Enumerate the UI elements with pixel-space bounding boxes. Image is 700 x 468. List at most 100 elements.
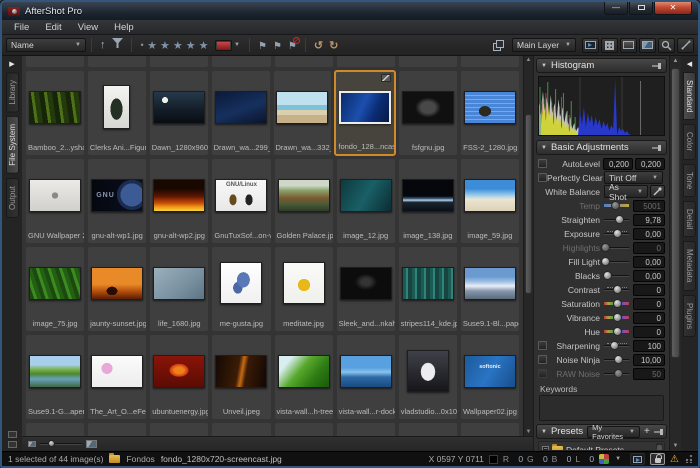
flag-pick-icon[interactable]: ⚑ xyxy=(255,36,270,54)
raw-noise-value[interactable]: 50 xyxy=(633,368,665,380)
title-bar[interactable]: AfterShot Pro — ✕ xyxy=(2,2,698,20)
panel-tab-standard[interactable]: Standard xyxy=(683,72,696,120)
presets-filter-dropdown[interactable]: My Favorites ▼ xyxy=(587,426,640,438)
slider-handle[interactable] xyxy=(613,299,622,308)
menu-help[interactable]: Help xyxy=(106,22,142,33)
thumbnail-cell[interactable]: meditate.jpg xyxy=(274,246,334,332)
panel-scrollbar[interactable]: ▲ ▼ xyxy=(669,56,681,451)
scroll-up-arrow[interactable]: ▲ xyxy=(524,57,533,63)
thumbnail-cell[interactable]: image_59.jpg xyxy=(460,158,520,244)
menu-edit[interactable]: Edit xyxy=(37,22,69,33)
raw-noise-checkbox[interactable] xyxy=(538,369,547,378)
lock-button[interactable] xyxy=(650,453,665,465)
thumbnail-cell[interactable] xyxy=(149,56,209,68)
thumbnail-cell[interactable] xyxy=(87,422,147,436)
straighten-slider[interactable] xyxy=(604,215,629,224)
blacks-value[interactable]: 0,00 xyxy=(633,270,665,282)
thumbnail-cell[interactable] xyxy=(25,422,85,436)
noise-ninja-slider[interactable] xyxy=(604,355,629,364)
collapse-triangle-icon[interactable]: ▼ xyxy=(541,145,547,151)
warning-icon[interactable]: ⚠ xyxy=(670,454,679,465)
slider-handle[interactable] xyxy=(614,369,623,378)
hue-slider[interactable] xyxy=(604,327,629,336)
pin-icon[interactable] xyxy=(652,62,662,70)
keywords-field[interactable] xyxy=(539,395,664,421)
slider-handle[interactable] xyxy=(615,215,624,224)
pin-icon[interactable] xyxy=(652,144,662,152)
thumbnail-size-slider[interactable] xyxy=(40,443,82,445)
histogram-header[interactable]: ▼ Histogram xyxy=(536,58,667,73)
thumbnail-cell[interactable]: GNU/LinuxGnuTuxSof...on-v1.jpg xyxy=(211,158,271,244)
small-thumbnails-icon[interactable] xyxy=(28,441,36,447)
thumbnail-cell[interactable]: ubuntuenergy.jpg xyxy=(149,334,209,420)
vibrance-slider[interactable] xyxy=(604,313,629,322)
noise-ninja-checkbox[interactable] xyxy=(538,355,547,364)
add-preset-button[interactable]: + xyxy=(644,426,650,437)
combined-view-button[interactable] xyxy=(639,38,656,53)
flag-reject-icon[interactable]: ⚑ xyxy=(285,36,300,54)
thumbnail-cell[interactable] xyxy=(25,56,85,68)
thumbnail-cell[interactable]: Golden Palace.jpg xyxy=(274,158,334,244)
zoom-tool-button[interactable] xyxy=(658,38,675,53)
thumbnail-cell[interactable]: The_Art_O...eFear.jpg xyxy=(87,334,147,420)
panel-tab-detail[interactable]: Detail xyxy=(683,201,696,237)
panel-tab-color[interactable]: Color xyxy=(683,124,696,159)
vibrance-value[interactable]: 0 xyxy=(633,312,665,324)
thumbnail-cell[interactable] xyxy=(211,422,271,436)
pin-icon[interactable] xyxy=(654,428,664,436)
filter-funnel-icon[interactable] xyxy=(109,38,126,53)
sidebar-tab-file-system[interactable]: File System xyxy=(6,116,19,174)
thumbnail-cell[interactable]: Clerks Ani...Figure.jpg xyxy=(87,70,147,156)
rotate-right-icon[interactable]: ↻ xyxy=(326,39,341,52)
collapse-box-icon[interactable]: − xyxy=(542,446,549,451)
temp-value[interactable]: 5001 xyxy=(633,200,665,212)
blacks-slider[interactable] xyxy=(604,271,629,280)
star-3-icon[interactable]: ★ xyxy=(171,39,184,52)
thumbnail-cell[interactable]: fsfgnu.jpg xyxy=(398,70,458,156)
resize-grip[interactable] xyxy=(684,455,692,463)
rotate-left-icon[interactable]: ↺ xyxy=(311,39,326,52)
thumbnail-cell[interactable] xyxy=(398,56,458,68)
color-label-caret[interactable]: ▼ xyxy=(233,42,244,48)
thumbnail-cell[interactable] xyxy=(149,422,209,436)
fill-light-value[interactable]: 0,00 xyxy=(633,256,665,268)
thumbnail-cell[interactable]: Dawn_1280x960.jpg xyxy=(149,70,209,156)
thumbnail-cell[interactable]: Drawn_wa...332_.jpg xyxy=(273,70,333,156)
layers-icon[interactable] xyxy=(493,40,505,51)
thumbnail-cell[interactable]: FSS-2_1280.jpg xyxy=(460,70,520,156)
slider-handle[interactable] xyxy=(48,440,55,447)
thumbnail-cell[interactable] xyxy=(274,422,334,436)
flag-review-icon[interactable]: ⚑ xyxy=(270,36,285,54)
thumbnail-cell[interactable]: Drawn_wa...299_.jpg xyxy=(211,70,271,156)
thumbnail-cell[interactable] xyxy=(460,422,520,436)
layer-dropdown[interactable]: Main Layer ▼ xyxy=(512,38,576,52)
thumbnail-cell[interactable] xyxy=(336,422,396,436)
sort-dropdown[interactable]: Name ▼ xyxy=(6,38,86,52)
autolevel-low-field[interactable]: 0,200 xyxy=(603,158,633,170)
slideshow-button[interactable] xyxy=(582,38,599,53)
saturation-slider[interactable] xyxy=(604,299,629,308)
collapse-triangle-icon[interactable]: ▼ xyxy=(541,429,547,435)
slider-handle[interactable] xyxy=(610,341,619,350)
grid-scrollbar[interactable]: ▲ ▼ xyxy=(523,56,533,436)
tool-icon[interactable] xyxy=(8,441,17,448)
raw-noise-slider[interactable] xyxy=(604,369,629,378)
tool-icon[interactable] xyxy=(8,431,17,438)
saturation-value[interactable]: 0 xyxy=(633,298,665,310)
thumbnail-cell[interactable]: GNUgnu-alt-wp1.jpg xyxy=(87,158,147,244)
menu-view[interactable]: View xyxy=(70,22,106,33)
basic-adjustments-header[interactable]: ▼ Basic Adjustments xyxy=(536,140,667,155)
slider-handle[interactable] xyxy=(613,229,622,238)
white-balance-dropdown[interactable]: As Shot ▼ xyxy=(604,185,648,198)
thumbnail-cell[interactable]: image_75.jpg xyxy=(25,246,85,332)
color-label-swatch[interactable] xyxy=(216,41,231,50)
preset-folder-row[interactable]: − Default Presets xyxy=(542,444,661,451)
highlights-value[interactable]: 0 xyxy=(633,242,665,254)
thumbnail-cell[interactable] xyxy=(87,56,147,68)
contrast-value[interactable]: 0 xyxy=(633,284,665,296)
highlights-slider[interactable] xyxy=(604,243,629,252)
soft-proofing-button[interactable] xyxy=(630,453,645,465)
thumbnail-cell[interactable]: me-gusta.jpg xyxy=(211,246,271,332)
thumbnail-cell[interactable]: life_1680.jpg xyxy=(149,246,209,332)
scrollbar-thumb[interactable] xyxy=(525,114,532,294)
